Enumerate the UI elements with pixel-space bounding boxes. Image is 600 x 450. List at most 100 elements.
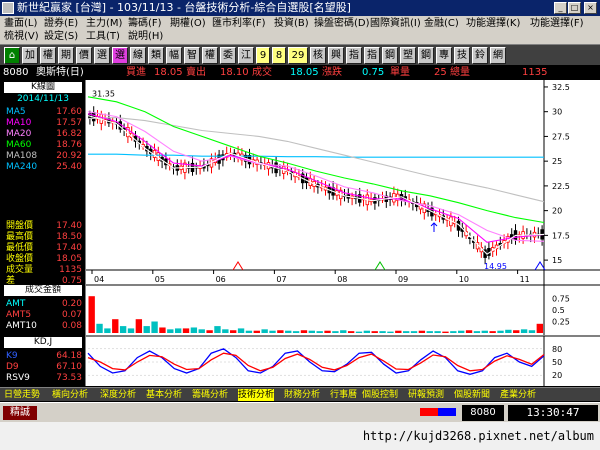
toolbar-btn-22[interactable]: 塑 <box>400 47 416 64</box>
toolbar-btn-6[interactable]: 選 <box>112 47 128 64</box>
menu-item-finance[interactable]: 金融(C) <box>424 17 459 31</box>
tab-depth[interactable]: 深度分析 <box>100 389 136 401</box>
toolbar-btn-3[interactable]: 期 <box>58 47 74 64</box>
toolbar-btn-1[interactable]: 加 <box>22 47 38 64</box>
date-label: 2014/11/13 <box>4 94 82 105</box>
toolbar-btn-2[interactable]: 權 <box>40 47 56 64</box>
tab-fundamental[interactable]: 基本分析 <box>146 389 182 401</box>
volume-bar <box>198 329 205 333</box>
volume-bar <box>222 329 229 333</box>
toolbar-btn-18[interactable]: 興 <box>328 47 344 64</box>
maximize-button[interactable]: □ <box>568 2 581 14</box>
ma-name: MA20 <box>6 129 32 139</box>
tab-chips[interactable]: 籌碼分析 <box>192 389 228 401</box>
tab-news[interactable]: 個股新聞 <box>454 389 490 401</box>
tab-stock-control[interactable]: 個股控制 <box>362 389 398 401</box>
toolbar-btn-11[interactable]: 權 <box>202 47 218 64</box>
toolbar-btn-25[interactable]: 技 <box>454 47 470 64</box>
price-value: 1135 <box>59 265 82 275</box>
price-value: 18.50 <box>56 232 82 242</box>
toolbar-btn-27[interactable]: 網 <box>490 47 506 64</box>
menu-item-view[interactable]: 梳視(V) <box>4 30 39 44</box>
tab-industry[interactable]: 產業分析 <box>500 389 536 401</box>
menu-item-invest[interactable]: 投資(B) <box>274 17 309 31</box>
volume-bar <box>230 330 237 333</box>
indicator-panel: K線圖 2014/11/13 MA5 17.60 MA10 17.57 MA20 16… <box>0 80 86 386</box>
volume-bar <box>151 321 158 333</box>
toolbar-btn-8[interactable]: 類 <box>148 47 164 64</box>
volume-bar <box>104 328 111 333</box>
toolbar-btn-21[interactable]: 鋼 <box>382 47 398 64</box>
menu-item-international[interactable]: 國際資訊(I) <box>370 17 421 31</box>
home-icon[interactable]: ⌂ <box>4 47 20 64</box>
app-icon[interactable] <box>2 2 14 14</box>
toolbar-btn-19[interactable]: 指 <box>346 47 362 64</box>
toolbar-btn-24[interactable]: 專 <box>436 47 452 64</box>
price-plot: 32.5 30 27.5 25 22.5 20 17.5 15 04 05 06 07 08 09 10 11… <box>86 80 600 285</box>
menu-item-screen[interactable]: 畫面(L) <box>4 17 37 31</box>
menu-item-function-k[interactable]: 功能選擇(K) <box>466 17 520 31</box>
menu-item-function-f[interactable]: 功能選擇(F) <box>530 17 584 31</box>
toolbar-btn-17[interactable]: 核 <box>310 47 326 64</box>
menu-item-forex[interactable]: 匯市利率(F) <box>212 17 266 31</box>
volume-bar <box>536 323 543 333</box>
tab-daily-trend[interactable]: 日營走勢 <box>4 389 40 401</box>
tab-calendar[interactable]: 行事曆 <box>330 389 357 401</box>
ma-name: MA240 <box>6 162 38 172</box>
toolbar-btn-5[interactable]: 選 <box>94 47 110 64</box>
volume-bar <box>269 330 276 333</box>
menu-item-main-force[interactable]: 主力(M) <box>86 17 122 31</box>
price-name: 收盤價 <box>6 254 34 264</box>
ma-name: MA10 <box>6 118 32 128</box>
toolbar-btn-7[interactable]: 線 <box>130 47 146 64</box>
toolbar-btn-15[interactable]: 8 <box>272 47 286 64</box>
menu-item-tools[interactable]: 工具(T) <box>86 30 120 44</box>
toolbar-btn-16[interactable]: 29 <box>288 47 308 64</box>
high-label: 31.35 <box>92 89 115 98</box>
menu-item-chips[interactable]: 籌碼(F) <box>128 17 162 31</box>
minimize-button[interactable]: _ <box>554 2 567 14</box>
ma-value: 20.92 <box>56 151 82 161</box>
price-row: 最高價 18.50 <box>4 232 82 243</box>
close-button[interactable]: × <box>584 2 597 14</box>
tab-technical[interactable]: 技術分析 <box>238 389 275 401</box>
chart-canvas[interactable]: 32.5 30 27.5 25 22.5 20 17.5 15 04 05 06 07 08 09 10 11… <box>86 80 600 386</box>
menu-item-trading-code[interactable]: 操盤密碼(D) <box>314 17 370 31</box>
menu-item-help[interactable]: 說明(H) <box>128 30 163 44</box>
toolbar-btn-9[interactable]: 幅 <box>166 47 182 64</box>
volume-bar <box>481 330 488 333</box>
volume-bar <box>143 326 150 333</box>
toolbar-btn-20[interactable]: 指 <box>364 47 380 64</box>
ma-row: MA240 25.40 <box>4 162 82 173</box>
volume-bar <box>355 331 363 333</box>
toolbar-btn-13[interactable]: 江 <box>238 47 254 64</box>
tab-research[interactable]: 研報預測 <box>408 389 444 401</box>
toolbar-btn-12[interactable]: 委 <box>220 47 236 64</box>
kd-name: D9 <box>6 362 19 372</box>
toolbar-btn-26[interactable]: 鈴 <box>472 47 488 64</box>
toolbar-btn-4[interactable]: 價 <box>76 47 92 64</box>
volume-bar <box>528 330 536 333</box>
menu-item-settings[interactable]: 設定(S) <box>44 30 78 44</box>
kline-label[interactable]: K線圖 <box>4 82 82 93</box>
status-code[interactable]: 8080 <box>462 405 504 421</box>
stock-code: 8080 <box>3 67 29 78</box>
kd-row: K9 64.18 <box>4 351 82 362</box>
menu-item-securities[interactable]: 證券(E) <box>44 17 78 31</box>
volume-bar <box>513 330 520 333</box>
toolbar-btn-10[interactable]: 智 <box>184 47 200 64</box>
tab-financial[interactable]: 財務分析 <box>284 389 320 401</box>
toolbar-btn-23[interactable]: 鋼 <box>418 47 434 64</box>
kd-tick-label: 80 <box>552 345 562 354</box>
volume-bar <box>410 331 418 333</box>
unit-label: 單量 <box>390 67 410 78</box>
menu-item-options[interactable]: 期權(O) <box>170 17 206 31</box>
x-tick-label: 08 <box>337 275 347 284</box>
volume-bar <box>473 331 481 333</box>
volume-label[interactable]: 成交金額 <box>4 285 82 296</box>
kd-label[interactable]: KD,J <box>4 337 82 348</box>
change-label: 漲跌 <box>322 67 342 78</box>
toolbar-btn-14[interactable]: 9 <box>256 47 270 64</box>
volume-bar <box>520 329 528 333</box>
tab-horizontal[interactable]: 橫向分析 <box>52 389 88 401</box>
